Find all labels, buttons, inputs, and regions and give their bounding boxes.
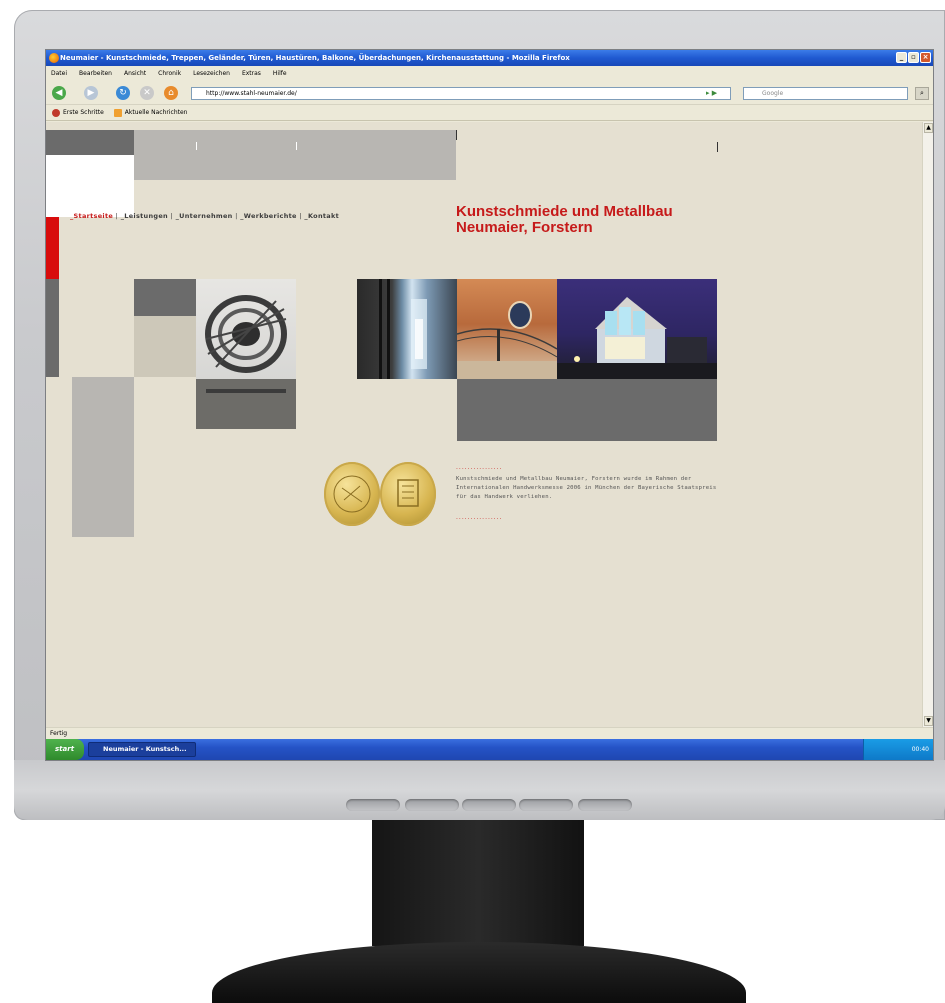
- menu-help[interactable]: Hilfe: [273, 66, 287, 81]
- menu-file[interactable]: Datei: [51, 66, 67, 81]
- status-bar: Fertig: [46, 727, 933, 739]
- taskbar-item-firefox[interactable]: Neumaier - Kunstsch...: [88, 742, 196, 757]
- url-input[interactable]: http://www.stahl-neumaier.de/: [191, 87, 731, 100]
- reload-icon[interactable]: ↻: [116, 86, 130, 100]
- clock: 00:40: [911, 746, 929, 753]
- monitor-stand-base: [212, 942, 746, 1003]
- web-page: _Startseite | _Leistungen | _Unternehmen…: [46, 122, 922, 727]
- status-text: Fertig: [50, 730, 68, 737]
- window-title: Neumaier - Kunstschmiede, Treppen, Gelän…: [60, 54, 570, 62]
- close-button[interactable]: ×: [920, 52, 931, 63]
- bookmark-first-steps[interactable]: Erste Schritte: [52, 105, 104, 120]
- menu-bar: Datei Bearbeiten Ansicht Chronik Lesezei…: [46, 66, 933, 81]
- rss-icon: [113, 108, 122, 117]
- monitor-bezel-bottom: [14, 760, 945, 820]
- start-button[interactable]: start: [46, 739, 84, 760]
- task-label: Neumaier - Kunstsch...: [103, 745, 187, 753]
- divider: [296, 142, 297, 150]
- nav-startseite[interactable]: _Startseite: [70, 212, 113, 220]
- monitor-button: [346, 799, 400, 811]
- dotted-rule: ................: [456, 514, 503, 521]
- monitor-stand-neck: [372, 820, 584, 946]
- menu-bookmarks[interactable]: Lesezeichen: [193, 66, 230, 81]
- nav-separator: |: [170, 212, 174, 220]
- bookmarks-toolbar: Erste Schritte Aktuelle Nachrichten: [46, 105, 933, 121]
- medal-icon: [324, 462, 380, 526]
- menu-edit[interactable]: Bearbeiten: [79, 66, 112, 81]
- nav-separator: |: [299, 212, 302, 220]
- bookmark-news[interactable]: Aktuelle Nachrichten: [113, 105, 188, 120]
- divider: [196, 142, 197, 150]
- start-label: start: [55, 745, 75, 753]
- search-icon[interactable]: ⌕: [915, 87, 929, 100]
- photo-interior: [457, 279, 557, 379]
- nav-unternehmen[interactable]: _Unternehmen: [176, 212, 233, 220]
- menu-history[interactable]: Chronik: [158, 66, 181, 81]
- nav-leistungen[interactable]: _Leistungen: [121, 212, 168, 220]
- monitor-button: [578, 799, 632, 811]
- dotted-rule: ................: [456, 464, 503, 471]
- menu-view[interactable]: Ansicht: [124, 66, 146, 81]
- award-text: Kunstschmiede und Metallbau Neumaier, Fo…: [456, 476, 717, 500]
- page-headline: Kunstschmiede und Metallbau Neumaier, Fo…: [456, 203, 673, 236]
- decor-block: [72, 377, 134, 537]
- firefox-icon: [49, 53, 59, 63]
- decor-block-red: [46, 217, 59, 279]
- bookmark-label: Aktuelle Nachrichten: [124, 108, 188, 116]
- system-tray: 00:40: [863, 739, 933, 760]
- photo-building-night: [557, 279, 717, 379]
- back-icon[interactable]: ◀: [52, 86, 66, 100]
- divider: [456, 130, 457, 140]
- monitor-button: [405, 799, 459, 811]
- stop-icon[interactable]: ✕: [140, 86, 154, 100]
- taskbar: start Neumaier - Kunstsch... 00:40: [46, 739, 933, 760]
- maximize-button[interactable]: ▫: [908, 52, 919, 63]
- decor-block: [134, 316, 196, 377]
- minimize-button[interactable]: _: [896, 52, 907, 63]
- search-input[interactable]: Google: [743, 87, 908, 100]
- decor-block: [46, 130, 134, 155]
- decor-block: [134, 279, 196, 316]
- nav-werkberichte[interactable]: _Werkberichte: [240, 212, 297, 220]
- monitor-button: [462, 799, 516, 811]
- go-icon[interactable]: ▸ ▶: [706, 87, 732, 100]
- bookmark-label: Erste Schritte: [63, 108, 104, 116]
- vertical-scrollbar[interactable]: ▲ ▼: [922, 122, 933, 727]
- navigation-toolbar: ◀ ▶ ↻ ✕ ⌂ http://www.stahl-neumaier.de/ …: [46, 81, 933, 105]
- photo-spiral-staircase: [196, 279, 296, 429]
- divider: [717, 142, 718, 152]
- photo-glass-stairs: [357, 279, 457, 379]
- site-nav: _Startseite | _Leistungen | _Unternehmen…: [70, 212, 339, 220]
- scroll-up-icon[interactable]: ▲: [924, 123, 933, 133]
- decor-block: [46, 155, 134, 217]
- nav-kontakt[interactable]: _Kontakt: [304, 212, 339, 220]
- window-titlebar[interactable]: Neumaier - Kunstschmiede, Treppen, Gelän…: [46, 50, 933, 66]
- forward-icon[interactable]: ▶: [84, 86, 98, 100]
- decor-block: [46, 279, 59, 377]
- monitor-button: [519, 799, 573, 811]
- scroll-down-icon[interactable]: ▼: [924, 716, 933, 726]
- bookmark-icon: [52, 108, 60, 117]
- home-icon[interactable]: ⌂: [164, 86, 178, 100]
- nav-separator: |: [115, 212, 119, 220]
- decor-block: [457, 379, 717, 441]
- medal-icon: [380, 462, 436, 526]
- nav-separator: |: [235, 212, 238, 220]
- screen: Neumaier - Kunstschmiede, Treppen, Gelän…: [46, 50, 933, 760]
- decor-block: [134, 130, 456, 180]
- menu-tools[interactable]: Extras: [242, 66, 261, 81]
